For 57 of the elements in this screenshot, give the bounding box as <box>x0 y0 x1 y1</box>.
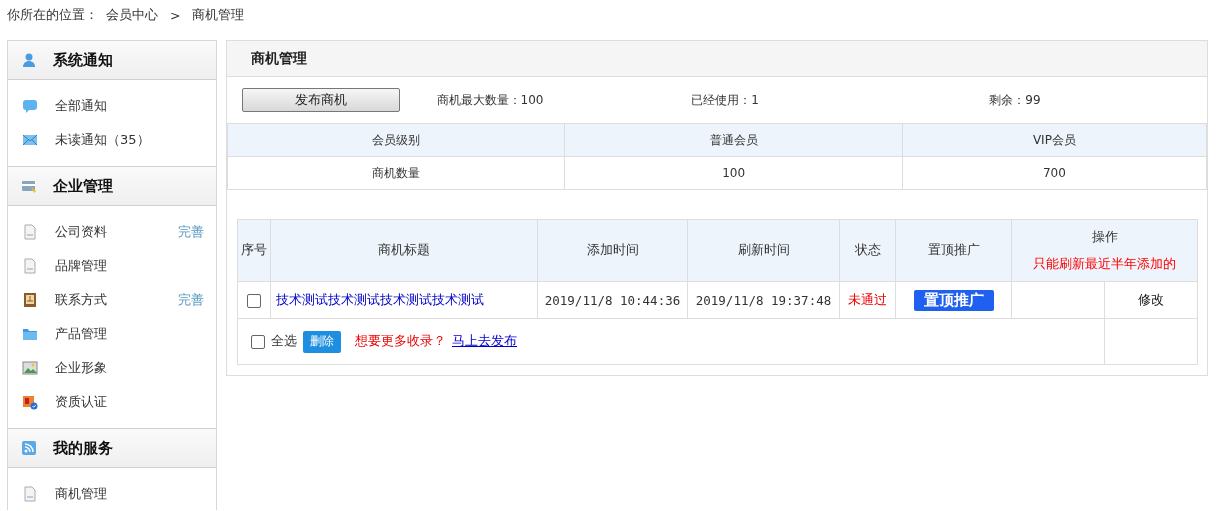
table-cell: 700 <box>902 156 1207 190</box>
column-header: 会员级别 <box>227 123 565 157</box>
sidebar-item[interactable]: 企业形象 <box>55 359 216 377</box>
table-cell: 100 <box>564 156 903 190</box>
column-header: 操作 <box>1090 228 1119 246</box>
speech-bubble-icon <box>22 98 38 114</box>
column-header: 状态 <box>839 219 896 282</box>
certificate-icon <box>22 394 38 410</box>
checkbox[interactable] <box>247 293 261 308</box>
column-header: 置顶推广 <box>895 219 1012 282</box>
publish-link[interactable]: 马上去发布 <box>452 333 517 350</box>
breadcrumb-link[interactable]: 会员中心 <box>106 6 158 24</box>
column-header: 普通会员 <box>564 123 903 157</box>
sidebar-item[interactable]: 品牌管理 <box>55 257 216 275</box>
breadcrumb-separator: > <box>170 7 181 23</box>
document-icon <box>22 486 38 502</box>
panel-title: 商机管理 <box>251 49 307 68</box>
sidebar-item[interactable]: 资质认证 <box>55 393 216 411</box>
edit-link[interactable]: 修改 <box>1138 291 1164 307</box>
publish-button[interactable]: 发布商机 <box>242 88 400 112</box>
column-header: 序号 <box>237 219 271 282</box>
section-title: 我的服务 <box>53 438 113 458</box>
section-title: 系统通知 <box>53 50 113 70</box>
sidebar-item[interactable]: 全部通知 <box>55 97 216 115</box>
note-text: 只能刷新最近半年添加的 <box>1032 255 1177 273</box>
image-icon <box>22 360 38 376</box>
table-cell: 商机数量 <box>227 156 565 190</box>
stat-text: 商机最大数量：100 <box>435 91 545 109</box>
stat-text: 剩余：99 <box>988 91 1042 109</box>
sidebar-item[interactable]: 产品管理 <box>55 325 216 343</box>
status-cell: 未通过 <box>839 281 896 319</box>
sidebar-item[interactable]: 公司资料 <box>55 223 161 241</box>
envelope-icon <box>22 132 38 148</box>
rss-icon <box>21 440 37 456</box>
table-cell: 2019/11/8 19:37:48 <box>687 281 840 319</box>
sidebar-item[interactable]: 商机管理 <box>55 485 216 503</box>
table-cell: 2019/11/8 10:44:36 <box>537 281 688 319</box>
sidebar-item[interactable]: 联系方式 <box>55 291 161 309</box>
breadcrumb-link[interactable]: 商机管理 <box>192 6 245 24</box>
address-book-icon <box>22 292 38 308</box>
promote-button[interactable]: 置顶推广 <box>913 289 994 311</box>
sidebar-item[interactable]: 未读通知（35） <box>55 131 216 149</box>
prompt-text: 想要更多收录？ <box>355 333 446 350</box>
document-icon <box>22 258 38 274</box>
section-title: 企业管理 <box>53 176 113 196</box>
document-icon <box>22 224 38 240</box>
user-icon <box>21 52 37 68</box>
select-all-label[interactable]: 全选 <box>271 333 297 350</box>
card-icon <box>21 178 37 194</box>
folder-icon <box>22 326 38 342</box>
column-header: 添加时间 <box>537 219 688 282</box>
column-header: 刷新时间 <box>687 219 840 282</box>
checkbox[interactable] <box>251 334 265 349</box>
breadcrumb-label: 你所在的位置： <box>7 6 98 24</box>
column-header: VIP会员 <box>902 123 1207 157</box>
column-header: 商机标题 <box>270 219 538 282</box>
stat-text: 已经使用：1 <box>690 91 760 109</box>
